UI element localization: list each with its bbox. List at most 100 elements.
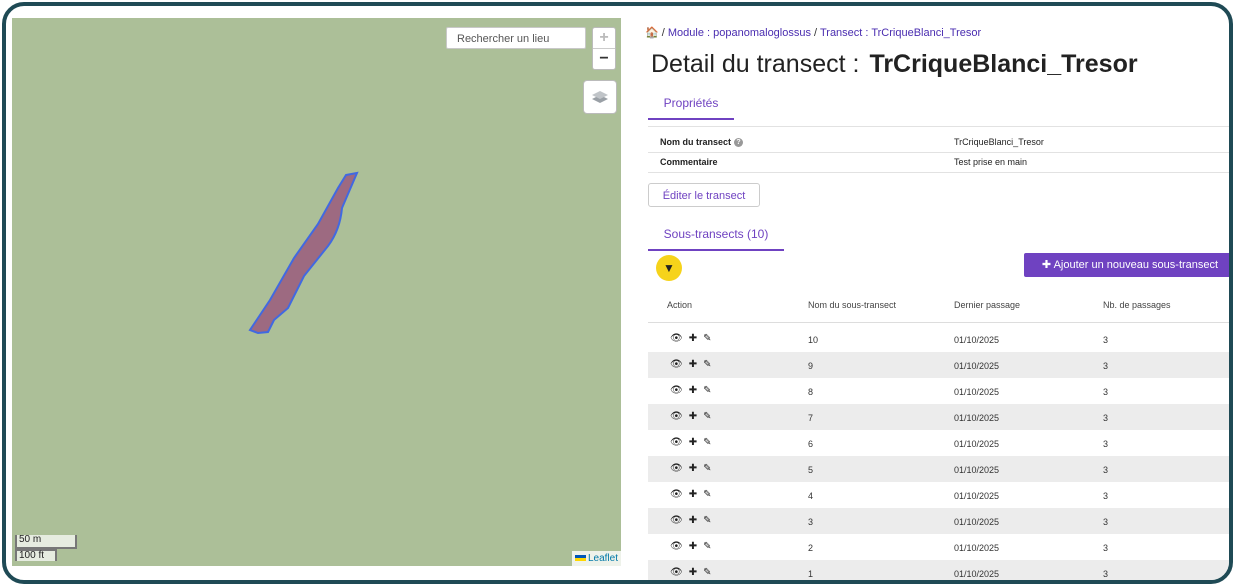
subtransect-name: 4 — [808, 491, 814, 501]
column-header-name[interactable]: Nom du sous-transect — [808, 300, 896, 310]
edit-icon[interactable]: ✎ — [703, 359, 711, 370]
table-row: 👁 ✚ ✎ 8 01/10/2025 3 — [648, 378, 1229, 404]
tab-subtransects[interactable]: Sous-transects (10) — [648, 227, 784, 251]
pass-count: 3 — [1103, 543, 1109, 553]
column-header-action[interactable]: Action — [667, 300, 692, 310]
layers-icon — [592, 91, 608, 103]
pass-count: 3 — [1103, 465, 1109, 475]
view-icon[interactable]: 👁 — [670, 385, 683, 396]
subtransect-name: 6 — [808, 439, 814, 449]
edit-icon[interactable]: ✎ — [703, 515, 711, 526]
detail-panel: 🏠 / Module : popanomaloglossus / Transec… — [636, 6, 1229, 580]
map-view[interactable]: Rechercher un lieu + − 50 m 100 ft Leafl… — [12, 18, 621, 566]
last-pass-date: 01/10/2025 — [954, 543, 1000, 553]
view-icon[interactable]: 👁 — [670, 541, 683, 552]
edit-icon[interactable]: ✎ — [703, 489, 711, 500]
title-prefix: Detail du transect : — [651, 50, 860, 78]
add-pass-icon[interactable]: ✚ — [689, 515, 697, 526]
add-pass-icon[interactable]: ✚ — [689, 411, 697, 422]
table-row: 👁 ✚ ✎ 10 01/10/2025 3 — [648, 326, 1229, 352]
attribution-link[interactable]: Leaflet — [588, 553, 618, 564]
add-pass-icon[interactable]: ✚ — [689, 385, 697, 396]
table-row: 👁 ✚ ✎ 1 01/10/2025 3 — [648, 560, 1229, 580]
help-icon[interactable]: ? — [734, 138, 744, 148]
edit-icon[interactable]: ✎ — [703, 385, 711, 396]
last-pass-date: 01/10/2025 — [954, 439, 1000, 449]
add-pass-icon[interactable]: ✚ — [689, 333, 697, 344]
column-header-pass-count[interactable]: Nb. de passages — [1103, 300, 1171, 310]
transect-name: TrCriqueBlanci_Tresor — [869, 50, 1138, 78]
row-actions: 👁 ✚ ✎ — [670, 333, 717, 344]
ukraine-flag-icon — [574, 555, 586, 562]
breadcrumb-separator: / — [814, 27, 818, 39]
edit-icon[interactable]: ✎ — [703, 541, 711, 552]
table-header: Action Nom du sous-transect Dernier pass… — [648, 294, 1229, 323]
row-actions: 👁 ✚ ✎ — [670, 411, 717, 422]
view-icon[interactable]: 👁 — [670, 411, 683, 422]
property-key: Nom du transect? — [660, 137, 744, 148]
subtransect-name: 10 — [808, 335, 819, 345]
map-attribution[interactable]: Leaflet — [571, 551, 621, 566]
add-pass-icon[interactable]: ✚ — [689, 541, 697, 552]
pass-count: 3 — [1103, 335, 1109, 345]
filter-button[interactable]: ▼ — [656, 255, 682, 281]
last-pass-date: 01/10/2025 — [954, 335, 1000, 345]
pass-count: 3 — [1103, 387, 1109, 397]
table-row: 👁 ✚ ✎ 2 01/10/2025 3 — [648, 534, 1229, 560]
row-actions: 👁 ✚ ✎ — [670, 567, 717, 578]
add-subtransect-button[interactable]: ✚ Ajouter un nouveau sous-transect — [1024, 253, 1229, 277]
pass-count: 3 — [1103, 491, 1109, 501]
last-pass-date: 01/10/2025 — [954, 413, 1000, 423]
row-actions: 👁 ✚ ✎ — [670, 385, 717, 396]
last-pass-date: 01/10/2025 — [954, 361, 1000, 371]
view-icon[interactable]: 👁 — [670, 489, 683, 500]
map-search-input[interactable]: Rechercher un lieu — [446, 27, 586, 49]
add-pass-icon[interactable]: ✚ — [689, 359, 697, 370]
tab-properties[interactable]: Propriétés — [648, 96, 734, 120]
breadcrumb-transect-link[interactable]: Transect : TrCriqueBlanci_Tresor — [820, 27, 981, 39]
edit-icon[interactable]: ✎ — [703, 437, 711, 448]
layers-button[interactable] — [583, 80, 617, 114]
view-icon[interactable]: 👁 — [670, 437, 683, 448]
filter-icon: ▼ — [663, 261, 675, 275]
subtransect-name: 8 — [808, 387, 814, 397]
add-pass-icon[interactable]: ✚ — [689, 567, 697, 578]
row-actions: 👁 ✚ ✎ — [670, 359, 717, 370]
add-pass-icon[interactable]: ✚ — [689, 489, 697, 500]
view-icon[interactable]: 👁 — [670, 333, 683, 344]
view-icon[interactable]: 👁 — [670, 515, 683, 526]
zoom-out-button[interactable]: − — [593, 49, 615, 69]
transect-polygon-layer — [248, 171, 359, 335]
breadcrumb-module-link[interactable]: Module : popanomaloglossus — [668, 27, 811, 39]
transect-polygon[interactable] — [248, 171, 359, 335]
last-pass-date: 01/10/2025 — [954, 569, 1000, 579]
row-actions: 👁 ✚ ✎ — [670, 437, 717, 448]
table-row: 👁 ✚ ✎ 6 01/10/2025 3 — [648, 430, 1229, 456]
edit-transect-button[interactable]: Éditer le transect — [648, 183, 760, 207]
view-icon[interactable]: 👁 — [670, 567, 683, 578]
property-key: Commentaire — [660, 157, 718, 167]
table-row: 👁 ✚ ✎ 5 01/10/2025 3 — [648, 456, 1229, 482]
row-actions: 👁 ✚ ✎ — [670, 489, 717, 500]
home-icon[interactable]: 🏠 — [645, 27, 659, 39]
table-row: 👁 ✚ ✎ 3 01/10/2025 3 — [648, 508, 1229, 534]
pass-count: 3 — [1103, 569, 1109, 579]
view-icon[interactable]: 👁 — [670, 463, 683, 474]
edit-icon[interactable]: ✎ — [703, 463, 711, 474]
add-pass-icon[interactable]: ✚ — [689, 437, 697, 448]
column-header-last-pass[interactable]: Dernier passage — [954, 300, 1020, 310]
last-pass-date: 01/10/2025 — [954, 465, 1000, 475]
last-pass-date: 01/10/2025 — [954, 491, 1000, 501]
zoom-in-button[interactable]: + — [593, 28, 615, 49]
breadcrumb-separator: / — [661, 27, 665, 39]
table-row: 👁 ✚ ✎ 7 01/10/2025 3 — [648, 404, 1229, 430]
view-icon[interactable]: 👁 — [670, 359, 683, 370]
row-actions: 👁 ✚ ✎ — [670, 515, 717, 526]
edit-icon[interactable]: ✎ — [703, 411, 711, 422]
add-pass-icon[interactable]: ✚ — [689, 463, 697, 474]
subtransect-name: 9 — [808, 361, 814, 371]
last-pass-date: 01/10/2025 — [954, 517, 1000, 527]
pass-count: 3 — [1103, 413, 1109, 423]
edit-icon[interactable]: ✎ — [703, 567, 711, 578]
edit-icon[interactable]: ✎ — [703, 333, 711, 344]
